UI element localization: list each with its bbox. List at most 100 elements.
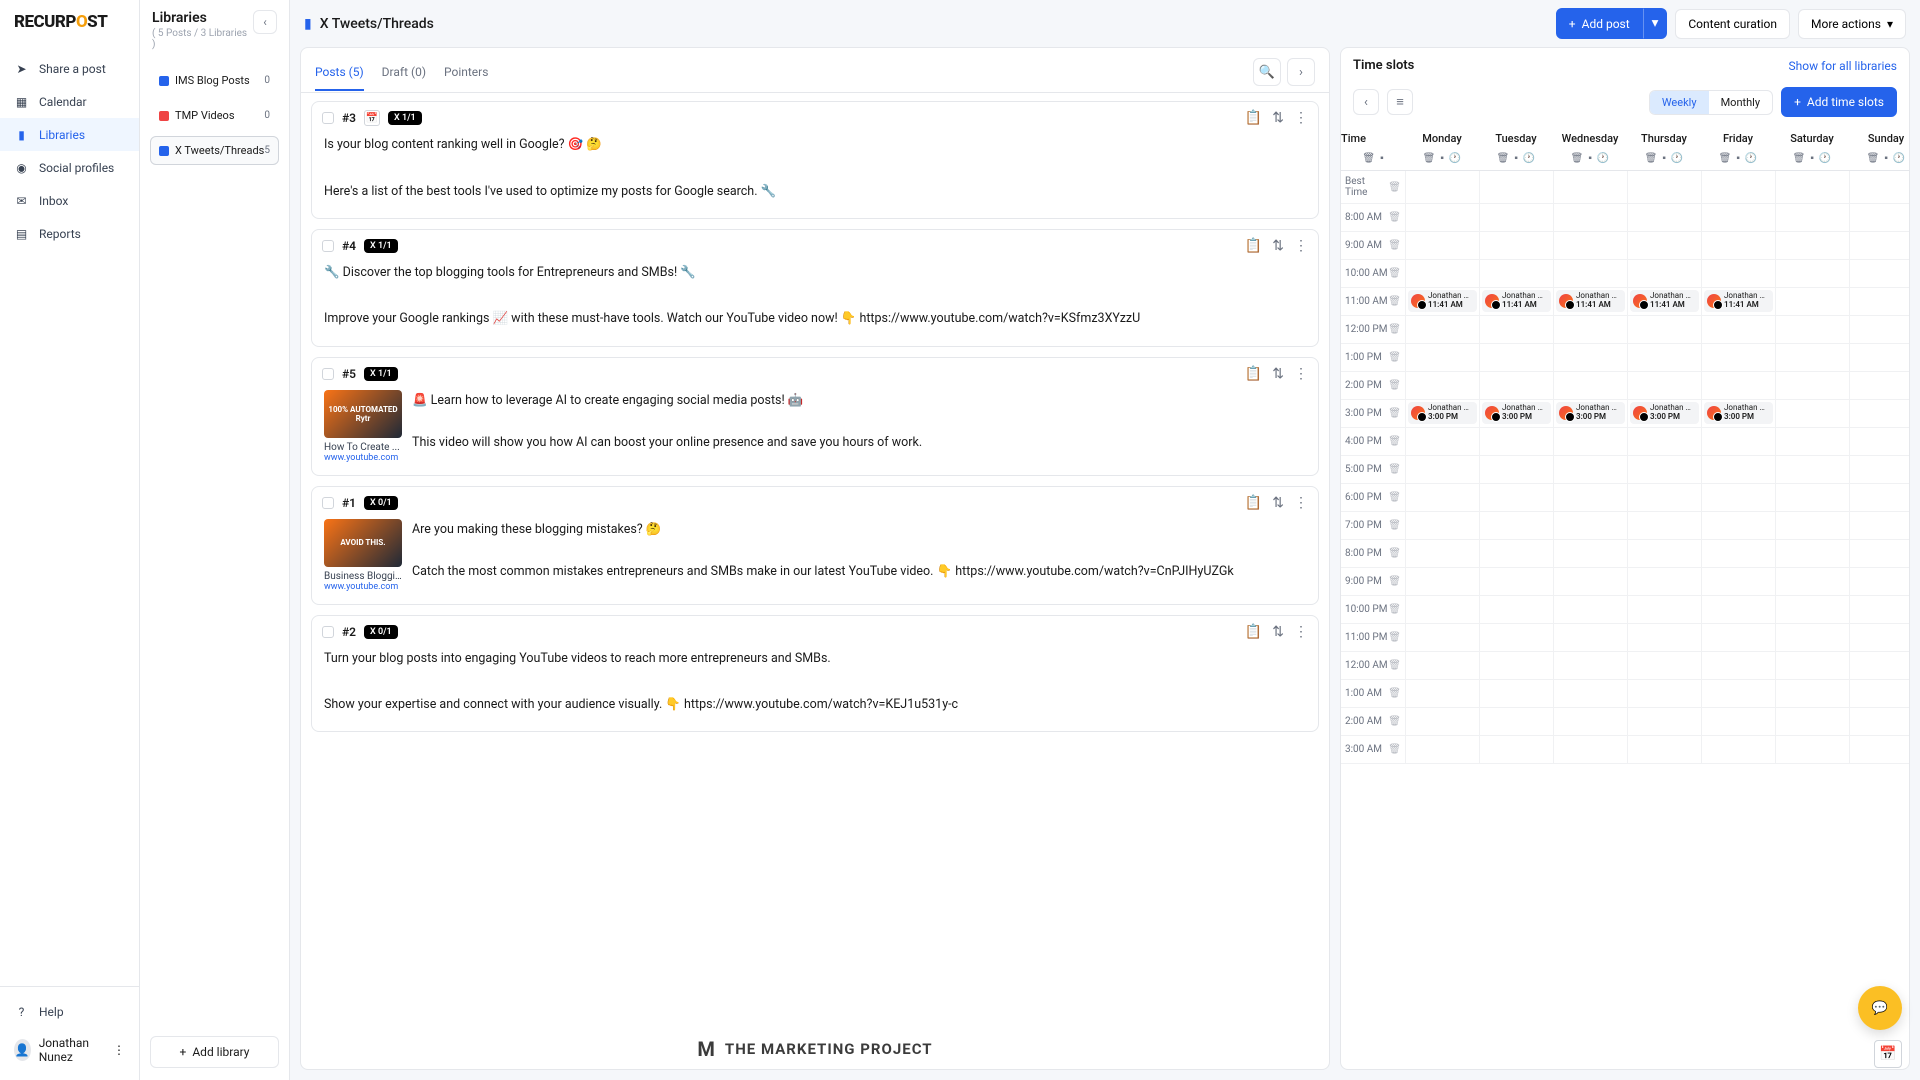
timeslot-cell[interactable] xyxy=(1479,171,1553,203)
view-weekly-button[interactable]: Weekly xyxy=(1650,91,1709,114)
timeslot-cell[interactable] xyxy=(1479,204,1553,231)
timeslot-cell[interactable] xyxy=(1775,652,1849,679)
timeslot-cell[interactable] xyxy=(1553,344,1627,371)
delete-row-icon[interactable]: 🗑 xyxy=(1388,660,1401,671)
timeslot-cell[interactable] xyxy=(1701,624,1775,651)
timeslot-cell[interactable] xyxy=(1479,260,1553,287)
timeslot-cell[interactable] xyxy=(1553,171,1627,203)
library-item-ims[interactable]: IMS Blog Posts 0 xyxy=(150,66,279,95)
timeslot-cell[interactable] xyxy=(1405,624,1479,651)
timeslot-cell[interactable] xyxy=(1627,624,1701,651)
delete-row-icon[interactable]: 🗑 xyxy=(1388,464,1401,475)
library-item-x-tweets[interactable]: X Tweets/Threads 5 xyxy=(150,136,279,165)
timeslot-cell[interactable] xyxy=(1405,680,1479,707)
timeslot-cell[interactable] xyxy=(1849,260,1909,287)
post-checkbox[interactable] xyxy=(322,368,334,380)
timeslot-cell[interactable] xyxy=(1627,540,1701,567)
post-thumbnail[interactable]: 100% AUTOMATED Rytr xyxy=(324,390,402,438)
library-item-tmp[interactable]: TMP Videos 0 xyxy=(150,101,279,130)
timeslot-cell[interactable]: Jonathan Nuñ...11:41 AM xyxy=(1405,288,1479,315)
timeslot-cell[interactable] xyxy=(1627,456,1701,483)
timeslot-cell[interactable] xyxy=(1775,372,1849,399)
timeslot-cell[interactable] xyxy=(1701,736,1775,763)
delete-row-icon[interactable]: 🗑 xyxy=(1388,352,1401,363)
timeslot-cell[interactable] xyxy=(1701,708,1775,735)
timeslot-cell[interactable] xyxy=(1627,204,1701,231)
chat-fab-button[interactable]: 💬 xyxy=(1858,986,1902,1030)
timeslot-cell[interactable] xyxy=(1553,260,1627,287)
timeslot-cell[interactable] xyxy=(1701,680,1775,707)
timeslot-cell[interactable] xyxy=(1627,596,1701,623)
timeslot-cell[interactable] xyxy=(1849,512,1909,539)
post-checkbox[interactable] xyxy=(322,497,334,509)
timeslot-event[interactable]: Jonathan Nuñ...3:00 PM xyxy=(1630,402,1699,424)
user-menu[interactable]: 👤 Jonathan Nunez ⋮ xyxy=(0,1028,139,1072)
add-library-button[interactable]: +Add library xyxy=(150,1036,279,1068)
timeslot-cell[interactable] xyxy=(1627,512,1701,539)
delete-icon[interactable]: 🗑 xyxy=(1867,153,1880,164)
delete-row-icon[interactable]: 🗑 xyxy=(1388,436,1401,447)
nav-share-post[interactable]: ➤Share a post xyxy=(0,52,139,85)
timeslot-cell[interactable] xyxy=(1627,260,1701,287)
timeslot-cell[interactable] xyxy=(1405,708,1479,735)
delete-row-icon[interactable]: 🗑 xyxy=(1388,380,1401,391)
timeslot-cell[interactable] xyxy=(1405,456,1479,483)
timeslot-cell[interactable] xyxy=(1701,204,1775,231)
reorder-icon[interactable]: ⇅ xyxy=(1272,366,1284,382)
timeslot-cell[interactable]: Jonathan Nuñ...11:41 AM xyxy=(1553,288,1627,315)
timeslot-cell[interactable] xyxy=(1775,288,1849,315)
timeslot-cell[interactable] xyxy=(1553,708,1627,735)
timeslot-cell[interactable] xyxy=(1553,736,1627,763)
timeslot-cell[interactable] xyxy=(1479,680,1553,707)
clock-icon[interactable]: 🕐 xyxy=(1449,153,1461,164)
content-curation-button[interactable]: Content curation xyxy=(1675,9,1790,39)
copy-icon[interactable]: ▪ xyxy=(1588,153,1592,164)
tab-draft[interactable]: Draft (0) xyxy=(382,59,426,91)
clock-icon[interactable]: 🕐 xyxy=(1523,153,1535,164)
timeslot-event[interactable]: Jonathan Nuñ...11:41 AM xyxy=(1482,290,1551,312)
timeslot-cell[interactable] xyxy=(1849,652,1909,679)
timeslot-cell[interactable] xyxy=(1849,428,1909,455)
timeslot-cell[interactable] xyxy=(1701,540,1775,567)
timeslot-cell[interactable] xyxy=(1701,316,1775,343)
more-icon[interactable]: ⋮ xyxy=(1294,110,1308,126)
timeslot-event[interactable]: Jonathan Nuñ...3:00 PM xyxy=(1556,402,1625,424)
timeslot-cell[interactable] xyxy=(1627,680,1701,707)
copy-icon[interactable]: 📋 xyxy=(1245,238,1262,254)
copy-icon[interactable]: ▪ xyxy=(1884,153,1888,164)
timeslot-cell[interactable] xyxy=(1849,624,1909,651)
timeslot-cell[interactable] xyxy=(1405,428,1479,455)
post-checkbox[interactable] xyxy=(322,626,334,638)
timeslot-cell[interactable] xyxy=(1405,736,1479,763)
timeslot-cell[interactable] xyxy=(1701,456,1775,483)
reorder-icon[interactable]: ⇅ xyxy=(1272,110,1284,126)
timeslot-cell[interactable] xyxy=(1553,484,1627,511)
collapse-libraries-button[interactable]: ‹ xyxy=(253,10,277,34)
timeslot-cell[interactable] xyxy=(1479,708,1553,735)
timeslot-cell[interactable] xyxy=(1405,484,1479,511)
timeslot-cell[interactable] xyxy=(1627,372,1701,399)
copy-icon[interactable]: ▪ xyxy=(1736,153,1740,164)
timeslot-cell[interactable] xyxy=(1701,232,1775,259)
timeslot-cell[interactable] xyxy=(1553,568,1627,595)
timeslot-cell[interactable] xyxy=(1701,428,1775,455)
timeslot-cell[interactable] xyxy=(1849,596,1909,623)
timeslot-cell[interactable]: Jonathan Nuñ...3:00 PM xyxy=(1553,400,1627,427)
copy-icon[interactable]: 📋 xyxy=(1245,624,1262,640)
show-all-libraries-link[interactable]: Show for all libraries xyxy=(1789,59,1897,73)
calendar-fab-button[interactable]: 📅 xyxy=(1874,1040,1902,1068)
reorder-icon[interactable]: ⇅ xyxy=(1272,238,1284,254)
delete-icon[interactable]: 🗑 xyxy=(1423,153,1436,164)
delete-row-icon[interactable]: 🗑 xyxy=(1388,182,1401,193)
timeslot-cell[interactable] xyxy=(1775,568,1849,595)
timeslot-cell[interactable] xyxy=(1775,708,1849,735)
timeslot-cell[interactable] xyxy=(1701,260,1775,287)
timeslot-cell[interactable] xyxy=(1775,512,1849,539)
timeslot-cell[interactable] xyxy=(1553,232,1627,259)
timeslot-cell[interactable] xyxy=(1775,540,1849,567)
timeslot-cell[interactable]: Jonathan Nuñ...11:41 AM xyxy=(1627,288,1701,315)
timeslot-cell[interactable] xyxy=(1849,708,1909,735)
timeslot-cell[interactable] xyxy=(1479,512,1553,539)
timeslot-cell[interactable] xyxy=(1849,344,1909,371)
delete-icon[interactable]: 🗑 xyxy=(1793,153,1806,164)
